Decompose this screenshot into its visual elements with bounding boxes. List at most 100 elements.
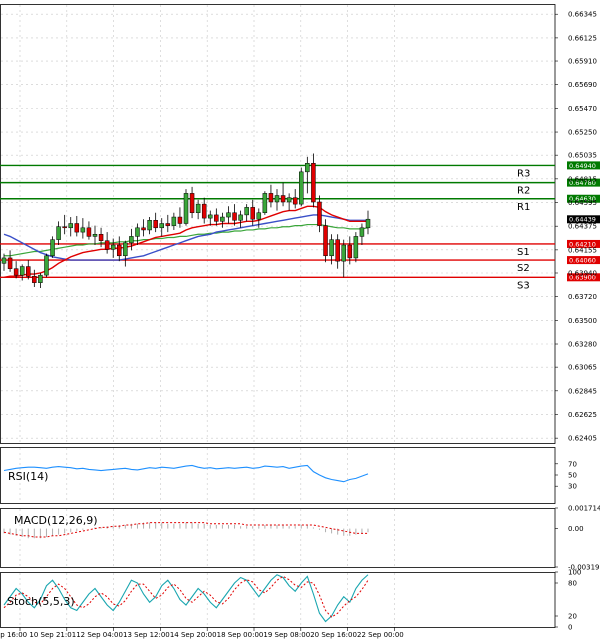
candle-down (323, 225, 328, 257)
price-tick-label: 0.65910 (568, 58, 597, 66)
time-label: 13 Sep 12:00 (123, 631, 170, 639)
candle-down (117, 244, 122, 257)
candle-up (80, 227, 86, 233)
price-tick-label: 0.66345 (568, 11, 597, 19)
level-label-r3: R3 (517, 168, 530, 179)
price-tick-label: 0.63720 (568, 293, 597, 301)
time-label: 19 Sep 08:00 (263, 631, 310, 639)
time-label: 12 Sep 04:00 (76, 631, 123, 639)
price-tick-label: 0.63280 (568, 341, 597, 349)
candle-up (56, 226, 61, 240)
time-label: 20 Sep 16:00 (310, 631, 357, 639)
candle-down (335, 239, 340, 262)
candle-up (244, 207, 249, 216)
price-tick-label: 0.64155 (568, 246, 597, 254)
level-label-s1: S1 (517, 247, 530, 258)
candle-up (171, 216, 177, 226)
stoch-label: Stoch(5,5,3) (7, 595, 75, 608)
candle-up (38, 274, 43, 283)
candle-down (13, 268, 19, 276)
candle-up (341, 244, 346, 262)
price-tick-label: 0.62625 (568, 411, 597, 419)
macd-panel: 0.0017140.00-0.003195MACD(12,26,9) (3, 505, 600, 572)
price-tick-label: 0.66125 (568, 34, 597, 42)
candle-down (317, 201, 322, 226)
time-label: 14 Sep 20:00 (170, 631, 217, 639)
price-tick-label: 0.63065 (568, 364, 597, 372)
time-label: 22 Sep 00:00 (357, 631, 404, 639)
candle-down (214, 214, 219, 222)
panel-frame (0, 572, 556, 628)
candle-up (220, 216, 225, 222)
price-tick-label: 0.64595 (568, 199, 597, 207)
price-tick-label: 0.64375 (568, 223, 597, 231)
candle-down (98, 234, 104, 241)
candle-up (92, 234, 98, 237)
candle-up (50, 239, 55, 257)
price-tick-label: 0.63500 (568, 317, 597, 325)
candle-up (1, 257, 7, 264)
macd-tick-label: 0.001714 (568, 505, 600, 513)
candle-down (189, 193, 195, 213)
rsi-line (3, 464, 369, 483)
candle-up (195, 203, 201, 213)
candle-up (68, 223, 73, 229)
candle-up (226, 212, 231, 218)
candle-up (256, 212, 262, 220)
candle-down (86, 227, 92, 237)
candle-up (359, 227, 365, 237)
price-tick-label: 0.65470 (568, 105, 597, 113)
macd-tick-label: 0.00 (568, 525, 584, 533)
candle-down (232, 212, 237, 221)
candle-down (7, 257, 13, 269)
candle-down (26, 266, 31, 277)
candle-up (159, 223, 164, 229)
stoch-panel: 100 80 20 0 Stoch(5,5,3) (3, 569, 581, 632)
candle-down (141, 227, 146, 231)
candle-down (201, 203, 207, 219)
candle-up (274, 195, 280, 203)
rsi-tick-label: 70 (568, 460, 577, 468)
candle-up (329, 239, 334, 257)
candle-down (74, 223, 80, 233)
candle-up (183, 193, 189, 224)
candle-up (365, 218, 371, 229)
candle-up (110, 244, 116, 250)
candle-up (129, 236, 134, 244)
candle-down (347, 244, 353, 259)
candle-up (147, 220, 152, 231)
level-label-s3: S3 (517, 280, 530, 291)
panel-frame (0, 447, 556, 504)
time-label: 9 Sep 16:00 (0, 631, 27, 639)
level-badge-text: 0.64940 (569, 162, 596, 170)
candle-up (286, 197, 292, 203)
candle-down (153, 220, 158, 229)
candle-up (44, 255, 49, 276)
rsi-tick-label: 30 (568, 483, 577, 491)
candle-down (292, 197, 298, 205)
stoch-tick-label: 0 (568, 624, 572, 632)
candle-down (165, 223, 171, 226)
macd-label: MACD(12,26,9) (14, 514, 98, 527)
candle-down (268, 193, 274, 203)
price-tick-label: 0.62405 (568, 435, 597, 443)
price-tick-label: 0.64815 (568, 175, 597, 183)
panel-frame (0, 4, 556, 444)
rsi-label: RSI(14) (8, 470, 48, 483)
candle-up (135, 227, 140, 237)
candle-down (311, 162, 316, 203)
candle-down (32, 275, 37, 283)
price-tick-label: 0.65035 (568, 152, 597, 160)
candle-up (305, 162, 310, 173)
level-label-r2: R2 (517, 186, 530, 197)
candle-up (208, 214, 213, 219)
price-axis: 0.66345 0.66125 0.65910 0.65690 0.65470 0.652… (555, 11, 597, 443)
rsi-tick-label: 50 (568, 472, 577, 480)
stoch-tick-label: 20 (568, 613, 577, 621)
price-tick-label: 0.65250 (568, 129, 597, 137)
time-label: 18 Sep 00:00 (217, 631, 264, 639)
level-label-r1: R1 (517, 202, 530, 213)
candle-down (62, 226, 67, 229)
grid (1, 5, 555, 627)
time-label: 10 Sep 21:01 (29, 631, 76, 639)
